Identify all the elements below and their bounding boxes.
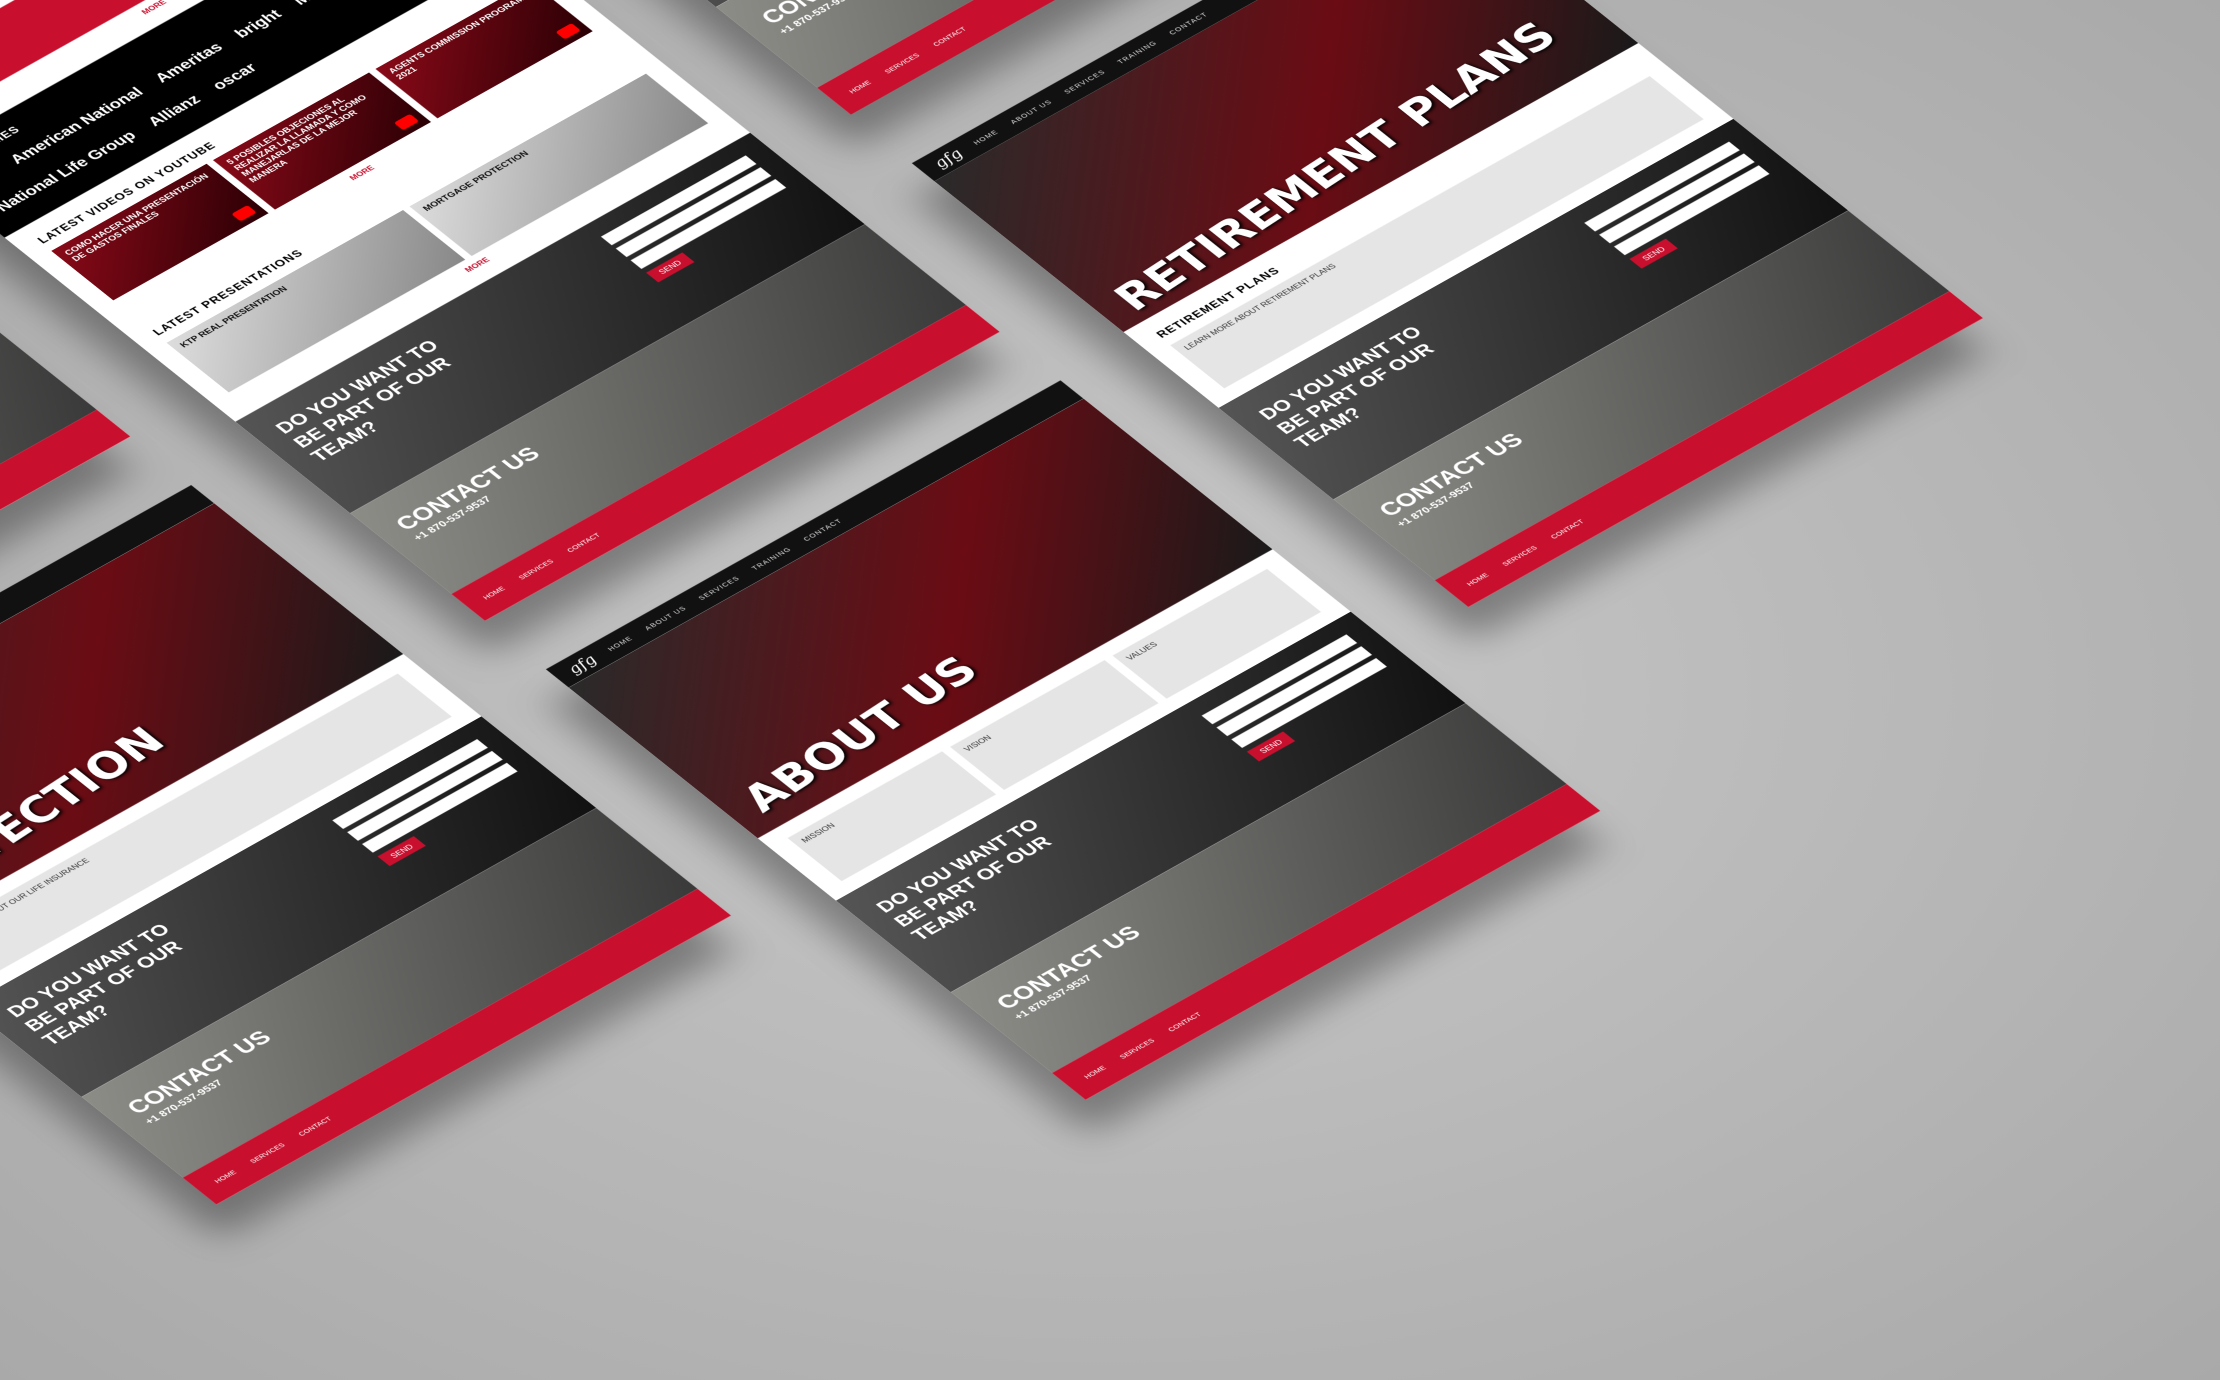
nav-link[interactable]: HOME: [971, 128, 1000, 145]
send-button[interactable]: SEND: [1629, 238, 1678, 269]
youtube-play-icon[interactable]: [231, 204, 258, 222]
ally-logo: Allianz: [143, 91, 205, 129]
footer-link[interactable]: CONTACT: [565, 532, 602, 554]
ally-logo: Mutual of Omaha: [289, 0, 421, 8]
footer-link[interactable]: SERVICES: [882, 52, 920, 75]
send-button[interactable]: SEND: [646, 252, 695, 283]
nav-link[interactable]: ABOUT US: [643, 604, 688, 631]
mockup-stage: gfgHOMEABOUT USSERVICESTRAININGCONTACTSE…: [0, 0, 2220, 1380]
youtube-play-icon[interactable]: [555, 22, 581, 40]
info-card: VALUES: [1112, 568, 1321, 699]
card-title: VISION: [961, 733, 994, 753]
nav-link[interactable]: HOME: [606, 635, 635, 652]
nav-link[interactable]: CONTACT: [801, 517, 843, 542]
send-button[interactable]: SEND: [377, 836, 426, 867]
footer-link[interactable]: SERVICES: [517, 558, 555, 581]
footer-link[interactable]: HOME: [1465, 571, 1490, 587]
ally-logo: oscar: [208, 60, 261, 93]
footer-link[interactable]: CONTACT: [1549, 518, 1586, 540]
nav-link[interactable]: TRAINING: [750, 545, 793, 571]
footer-link[interactable]: HOME: [213, 1169, 238, 1185]
form-input[interactable]: [630, 179, 787, 269]
brand-logo[interactable]: gfg: [563, 652, 601, 677]
form-input[interactable]: [361, 762, 518, 853]
card-title: MISSION: [799, 821, 837, 845]
page-board: gfgHOMEABOUT USSERVICESTRAININGCONTACTSE…: [0, 0, 2220, 1380]
card-title: VALUES: [1124, 640, 1160, 662]
footer-link[interactable]: HOME: [847, 79, 872, 95]
footer-link[interactable]: CONTACT: [297, 1115, 334, 1137]
youtube-play-icon[interactable]: [393, 113, 419, 131]
footer-link[interactable]: SERVICES: [1117, 1037, 1155, 1060]
video-title: 5 POSIBLES OBJECIONES AL REALIZAR LA LLA…: [225, 93, 370, 185]
form-input[interactable]: [1613, 165, 1770, 256]
ally-logo: bright: [230, 6, 286, 41]
ally-logo: AIG: [0, 165, 3, 192]
top-nav: gfgHOMEABOUT USSERVICESTRAININGCONTACT: [0, 484, 215, 793]
send-button[interactable]: SEND: [1246, 731, 1296, 762]
footer-link[interactable]: HOME: [481, 585, 506, 601]
nav-link[interactable]: SERVICES: [696, 574, 741, 601]
form-input[interactable]: [1231, 658, 1387, 748]
info-card: VISION: [950, 660, 1159, 790]
info-card: MISSION: [787, 751, 997, 882]
footer-link[interactable]: CONTACT: [1166, 1011, 1203, 1033]
footer-link[interactable]: CONTACT: [931, 25, 968, 47]
footer-link[interactable]: SERVICES: [1500, 544, 1538, 567]
footer-link[interactable]: SERVICES: [248, 1142, 286, 1165]
card-title: LEARN MORE ABOUT OUR LIFE INSURANCE: [0, 856, 92, 949]
footer-link[interactable]: HOME: [1082, 1064, 1107, 1080]
